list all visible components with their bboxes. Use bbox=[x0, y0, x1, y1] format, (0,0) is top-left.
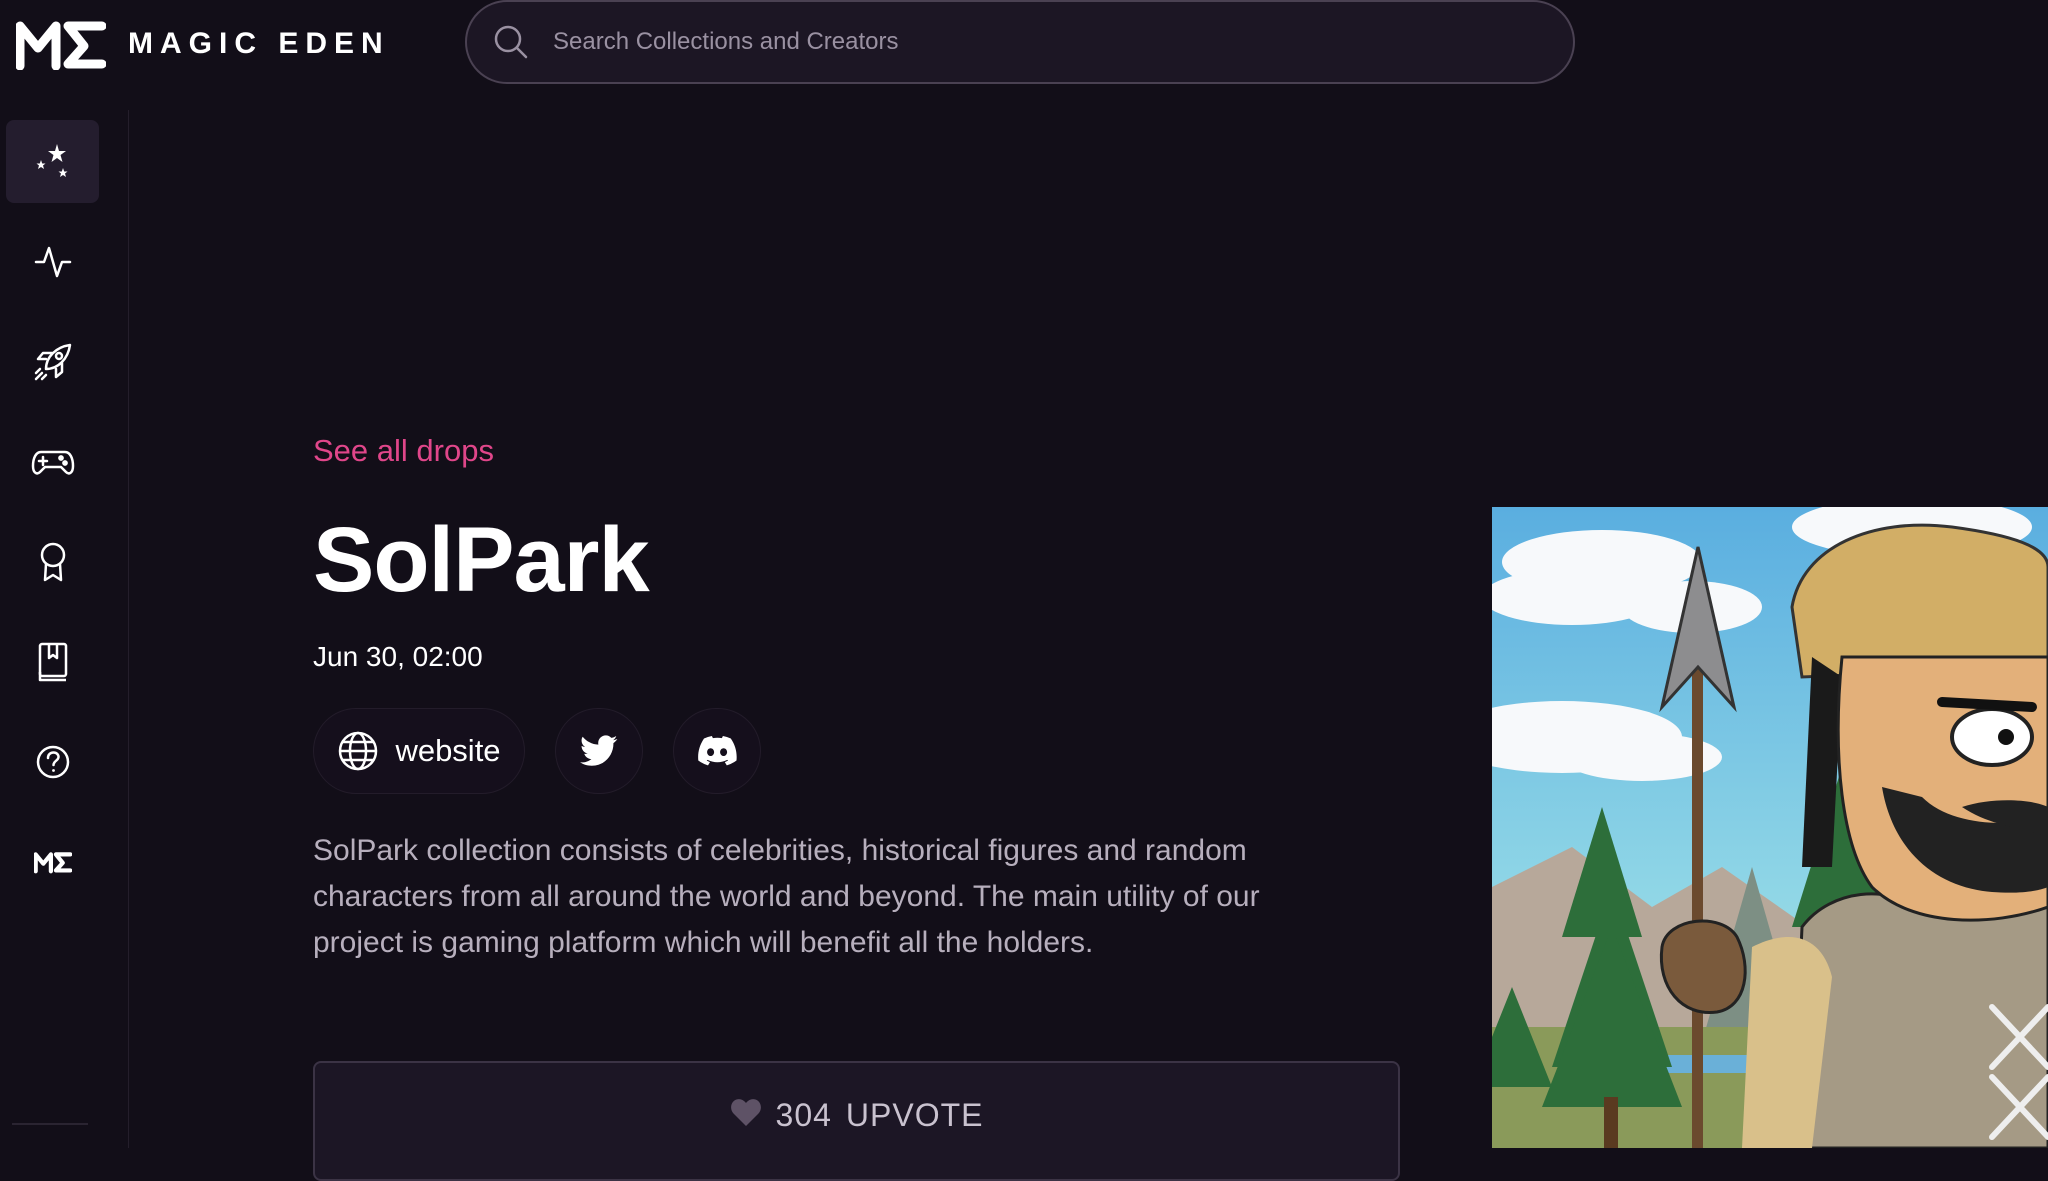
search-input[interactable] bbox=[551, 27, 1573, 57]
sidebar-item-magic-eden[interactable] bbox=[6, 820, 99, 903]
see-all-drops-link[interactable]: See all drops bbox=[313, 433, 494, 469]
me-logo-icon bbox=[16, 21, 106, 70]
search-bar[interactable] bbox=[465, 0, 1575, 84]
me-logo-icon bbox=[33, 851, 72, 873]
sparkles-icon bbox=[36, 143, 67, 177]
collection-artwork-image bbox=[1492, 507, 2048, 1148]
award-icon bbox=[40, 542, 65, 581]
upvote-label: UPVOTE bbox=[845, 1097, 984, 1133]
sidebar-item-activity[interactable] bbox=[6, 220, 99, 303]
heart-icon bbox=[730, 1099, 761, 1126]
sidebar-item-rewards[interactable] bbox=[6, 520, 99, 603]
twitter-button[interactable] bbox=[555, 708, 643, 794]
twitter-icon bbox=[580, 735, 618, 766]
drop-description: SolPark collection consists of celebriti… bbox=[313, 834, 1260, 959]
sidebar-item-help[interactable] bbox=[6, 720, 99, 803]
help-icon bbox=[36, 745, 69, 778]
sidebar-item-home[interactable] bbox=[6, 120, 99, 203]
book-icon bbox=[38, 642, 67, 681]
upvote-count: 304 bbox=[775, 1097, 832, 1133]
website-label: website bbox=[395, 733, 501, 768]
globe-icon bbox=[339, 731, 378, 771]
social-links: website bbox=[313, 708, 761, 794]
logo-text: MAGIC EDEN bbox=[128, 27, 390, 60]
gamepad-icon bbox=[31, 450, 74, 475]
sidebar-item-learn[interactable] bbox=[6, 620, 99, 703]
sidebar bbox=[0, 110, 129, 1148]
sidebar-item-games[interactable] bbox=[6, 420, 99, 503]
rocket-icon bbox=[34, 343, 71, 380]
drop-artwork bbox=[1492, 507, 2048, 1148]
page-title: SolPark bbox=[313, 509, 650, 611]
drop-date: Jun 30, 02:00 bbox=[313, 641, 483, 672]
sidebar-divider bbox=[12, 1123, 88, 1125]
upvote-button[interactable]: 304 UPVOTE bbox=[313, 1061, 1400, 1181]
magic-eden-logo[interactable]: MAGIC EDEN bbox=[16, 18, 390, 70]
discord-icon bbox=[698, 736, 737, 766]
discord-button[interactable] bbox=[673, 708, 761, 794]
website-button[interactable]: website bbox=[313, 708, 525, 794]
search-icon bbox=[494, 25, 528, 59]
activity-icon bbox=[34, 246, 71, 277]
sidebar-item-launchpad[interactable] bbox=[6, 320, 99, 403]
